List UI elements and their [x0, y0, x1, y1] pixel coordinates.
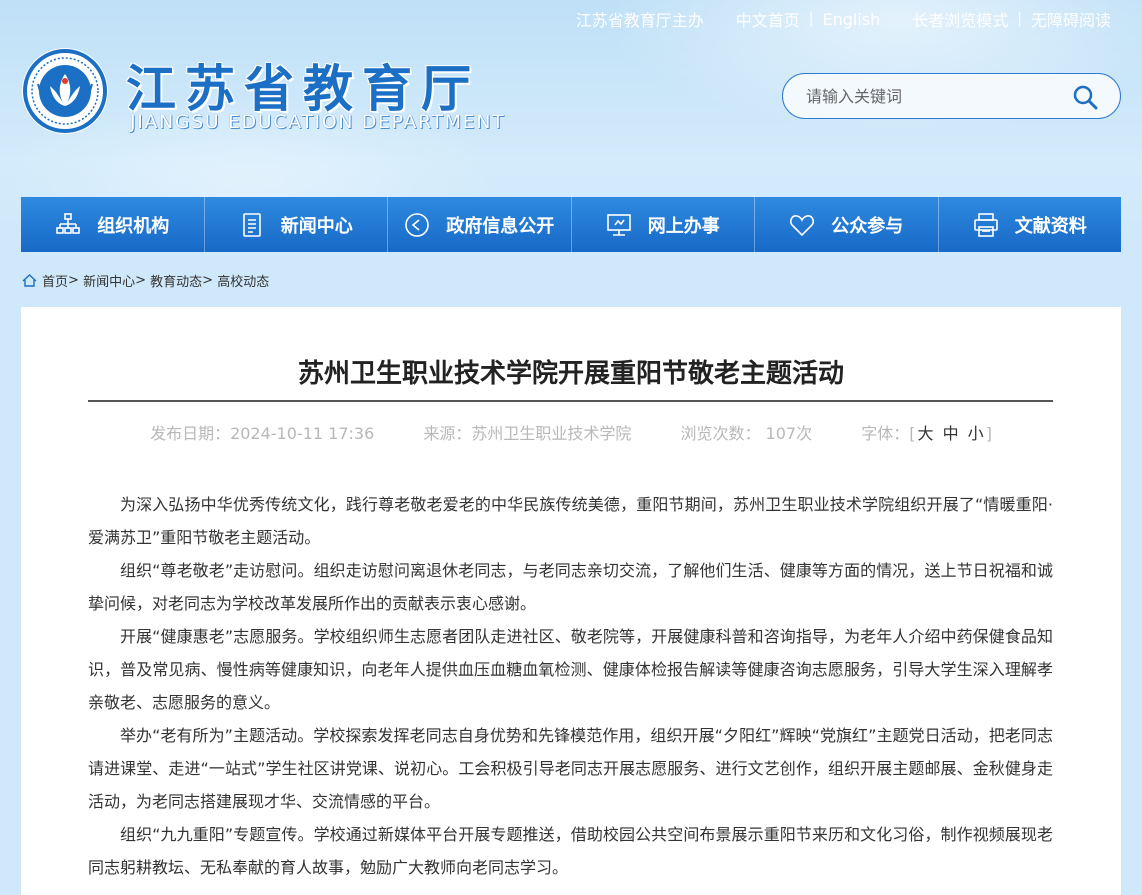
home-icon: [22, 273, 37, 287]
department-logo-icon[interactable]: [20, 46, 110, 136]
search-input[interactable]: [806, 86, 1066, 106]
nav-item-online-service[interactable]: 网上办事: [572, 197, 755, 252]
top-links: 江苏省教育厅主办 中文首页 | English 长者浏览模式 | 无障碍阅读: [576, 7, 1111, 31]
nav-item-public[interactable]: 公众参与: [755, 197, 939, 252]
home-cn-link[interactable]: 中文首页: [736, 7, 800, 31]
search-icon[interactable]: [1072, 84, 1098, 110]
divider: |: [808, 11, 814, 27]
org-chart-icon: [56, 212, 81, 234]
site-subtitle: JIANGSU EDUCATION DEPARTMENT: [130, 111, 506, 133]
breadcrumb: 首页 > 新闻中心 > 教育动态 > 高校动态: [22, 271, 269, 290]
breadcrumb-sep: >: [202, 272, 214, 288]
title-divider: [88, 400, 1053, 402]
article-source: 来源：苏州卫生职业技术学院: [423, 424, 632, 443]
nav-label: 政府信息公开: [446, 215, 555, 237]
font-size-small[interactable]: 小: [966, 424, 986, 443]
publish-date: 发布日期：2024-10-11 17:36: [150, 424, 375, 443]
breadcrumb-home[interactable]: 首页: [42, 271, 68, 290]
sponsor-link[interactable]: 江苏省教育厅主办: [576, 7, 704, 31]
printer-icon: [973, 212, 998, 237]
elder-mode-link[interactable]: 长者浏览模式: [912, 7, 1008, 31]
font-size-large[interactable]: 大: [915, 424, 935, 443]
nav-label: 公众参与: [831, 215, 904, 237]
nav-label: 新闻中心: [280, 215, 353, 237]
article-title: 苏州卫生职业技术学院开展重阳节敬老主题活动: [297, 359, 844, 389]
accessible-reading-link[interactable]: 无障碍阅读: [1031, 7, 1111, 31]
breadcrumb-university-news[interactable]: 高校动态: [217, 271, 269, 290]
nav-label: 文献资料: [1014, 215, 1087, 237]
font-size-medium[interactable]: 中: [941, 424, 961, 443]
breadcrumb-sep: >: [68, 272, 79, 288]
nav-label: 组织机构: [97, 215, 170, 237]
article-paragraph: 组织“九九重阳”专题宣传。学校通过新媒体平台开展专题推送，借助校园公共空间布景展…: [88, 825, 1053, 877]
document-icon: [242, 212, 261, 237]
nav-item-gov-info[interactable]: 政府信息公开: [388, 197, 572, 252]
nav-item-org[interactable]: 组织机构: [21, 197, 205, 252]
font-size-label: 字体：: [861, 424, 910, 443]
nav-item-literature[interactable]: 文献资料: [939, 197, 1122, 252]
nav-label: 网上办事: [647, 215, 720, 237]
breadcrumb-sep: >: [135, 272, 146, 288]
breadcrumb-news-center[interactable]: 新闻中心: [83, 271, 135, 290]
nav-item-news[interactable]: 新闻中心: [205, 197, 388, 252]
search-box: [782, 73, 1121, 119]
article-paragraph: 开展“健康惠老”志愿服务。学校组织师生志愿者团队走进社区、敬老院等，开展健康科普…: [88, 627, 1053, 712]
monitor-icon: [606, 213, 631, 236]
view-count: 浏览次数： 107次: [680, 424, 813, 443]
divider: |: [1017, 11, 1022, 27]
font-size-control: 字体：[大 中 小]: [861, 424, 992, 443]
main-nav: 组织机构 新闻中心 政府信息公开 网上办事 公众参与 文献资料: [21, 197, 1121, 252]
article-meta: 发布日期：2024-10-11 17:36 来源：苏州卫生职业技术学院 浏览次数…: [21, 420, 1121, 444]
article-paragraph: 组织“尊老敬老”走访慰问。组织走访慰问离退休老同志，与老同志亲切交流，了解他们生…: [88, 561, 1053, 613]
heart-icon: [790, 214, 815, 236]
english-link[interactable]: English: [822, 10, 880, 29]
article-panel: 苏州卫生职业技术学院开展重阳节敬老主题活动 发布日期：2024-10-11 17…: [21, 307, 1121, 895]
article-paragraph: 为深入弘扬中华优秀传统文化，践行尊老敬老爱老的中华民族传统美德，重阳节期间，苏州…: [88, 495, 1053, 547]
article-content: 为深入弘扬中华优秀传统文化，践行尊老敬老爱老的中华民族传统美德，重阳节期间，苏州…: [88, 488, 1053, 884]
play-circle-icon: [405, 212, 430, 237]
breadcrumb-edu-news[interactable]: 教育动态: [150, 271, 202, 290]
article-paragraph: 举办“老有所为”主题活动。学校探索发挥老同志自身优势和先锋模范作用，组织开展“夕…: [88, 726, 1053, 811]
